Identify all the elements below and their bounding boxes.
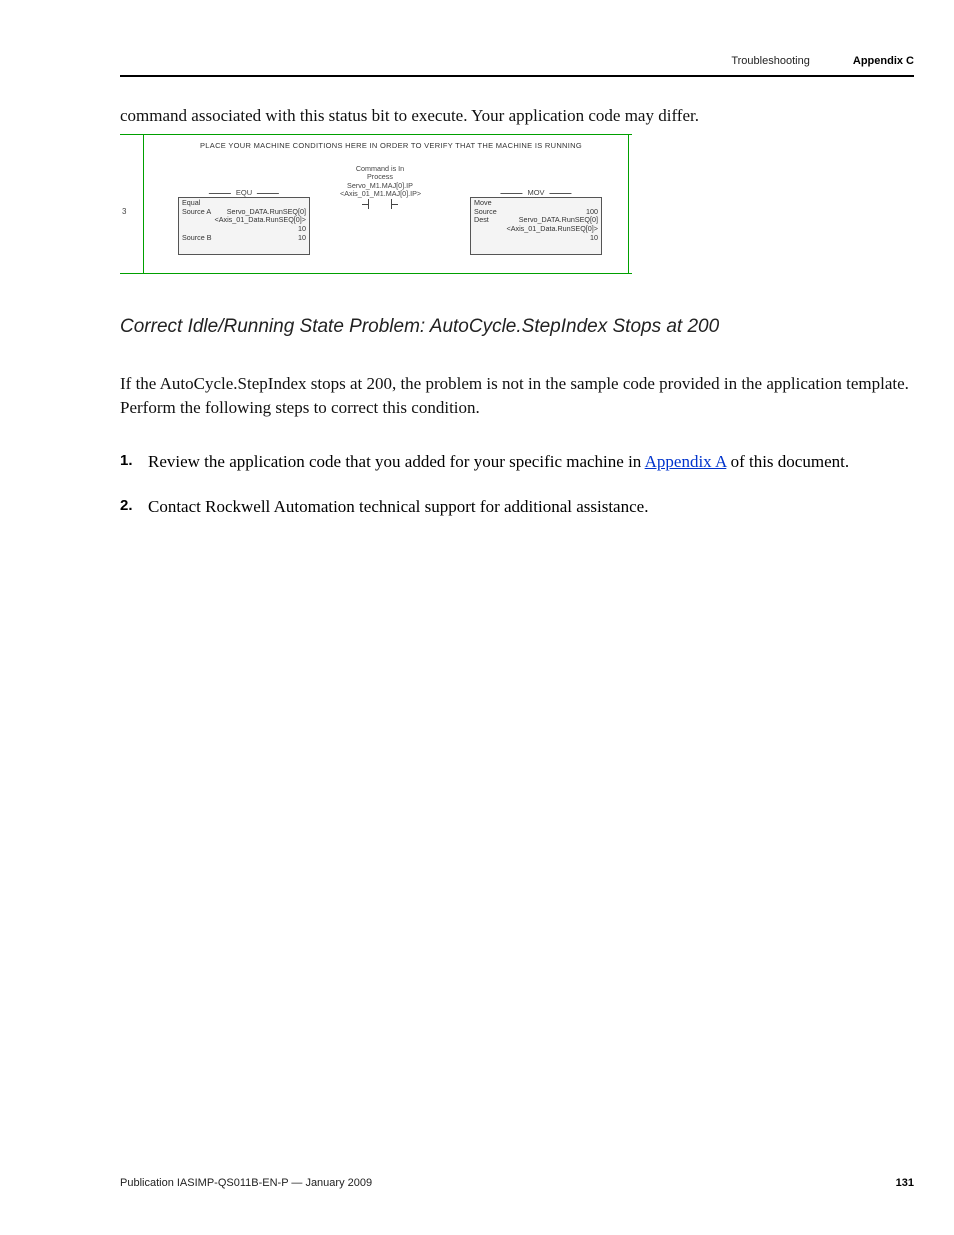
ladder-rail-right: [628, 135, 632, 273]
step-2: Contact Rockwell Automation technical su…: [120, 495, 914, 519]
ladder-logic-figure: 3 PLACE YOUR MACHINE CONDITIONS HERE IN …: [120, 134, 632, 274]
publication-info: Publication IASIMP-QS011B-EN-P — January…: [120, 1177, 372, 1189]
equ-block-title: EQU: [233, 188, 255, 197]
equ-row3v: <Axis_01_Data.RunSEQ[0]>: [215, 216, 307, 225]
mov-row4v: <Axis_01_Data.RunSEQ[0]>: [507, 225, 599, 234]
page-footer: Publication IASIMP-QS011B-EN-P — January…: [120, 1177, 914, 1189]
equ-row5v: 10: [298, 234, 306, 243]
equ-row2l: Source A: [182, 208, 211, 217]
xic-contact-icon: [368, 199, 392, 209]
mov-row3l: Dest: [474, 216, 489, 225]
equ-instruction-block: EQU Equal Source AServo_DATA.RunSEQ[0] <…: [178, 197, 310, 255]
step1-pre: Review the application code that you add…: [148, 452, 645, 471]
step-list: Review the application code that you add…: [120, 450, 914, 520]
mov-row5v: 10: [590, 234, 598, 243]
contact-tag-label: Command is In Process Servo_M1.MAJ[0].IP…: [340, 165, 420, 198]
contact-line4: <Axis_01_M1.MAJ[0].IP>: [340, 190, 420, 198]
step-1: Review the application code that you add…: [120, 450, 914, 474]
step1-post: of this document.: [726, 452, 849, 471]
intro-paragraph: command associated with this status bit …: [120, 105, 914, 128]
section-paragraph: If the AutoCycle.StepIndex stops at 200,…: [120, 372, 914, 420]
equ-row5l: Source B: [182, 234, 212, 243]
page-number: 131: [896, 1177, 914, 1189]
header-divider: [120, 75, 914, 77]
mov-block-title: MOV: [524, 188, 547, 197]
appendix-a-link[interactable]: Appendix A: [645, 452, 727, 471]
page-header: Troubleshooting Appendix C: [731, 55, 914, 67]
header-section: Troubleshooting: [731, 55, 809, 67]
rung-comment: PLACE YOUR MACHINE CONDITIONS HERE IN OR…: [180, 141, 602, 150]
mov-instruction-block: MOV Move Source100 DestServo_DATA.RunSEQ…: [470, 197, 602, 255]
header-appendix: Appendix C: [853, 55, 914, 67]
rung-number: 3: [122, 207, 126, 216]
section-heading: Correct Idle/Running State Problem: Auto…: [120, 316, 914, 338]
ladder-rail-left: 3: [120, 135, 144, 273]
